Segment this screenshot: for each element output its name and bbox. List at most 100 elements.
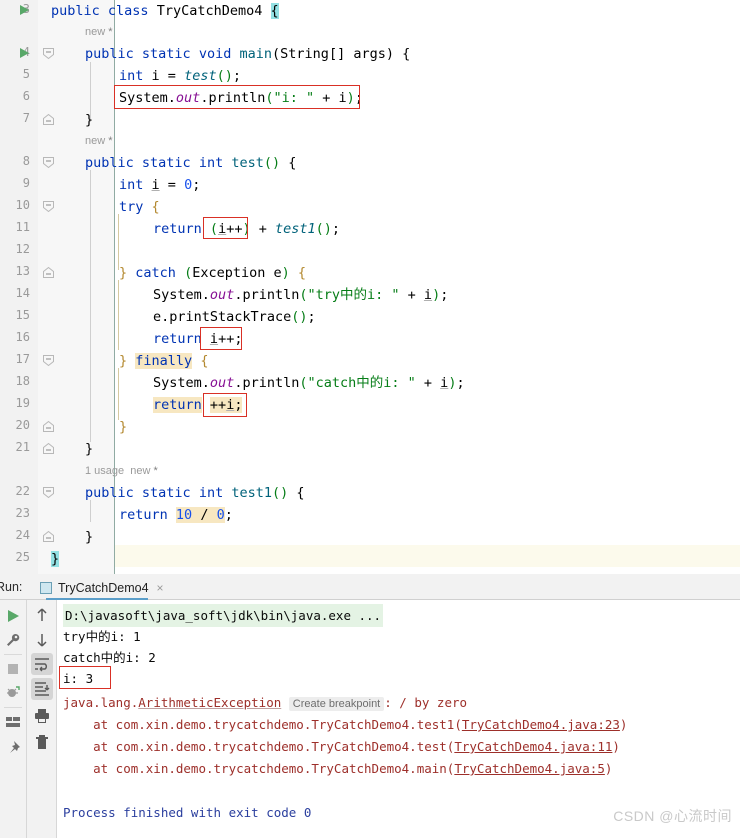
line-number: 7 (22, 111, 30, 125)
run-class-gutter-icon[interactable] (18, 4, 30, 16)
run-tab-trycatchdemo4[interactable]: TryCatchDemo4 × (40, 575, 164, 600)
line-number: 24 (15, 528, 30, 542)
fold-minus-icon[interactable] (42, 156, 55, 169)
line-number: 13 (15, 264, 30, 278)
run-config-icon (40, 581, 52, 594)
fold-end-icon[interactable] (42, 420, 55, 433)
line-number: 8 (22, 154, 30, 168)
line-number: 12 (15, 242, 30, 256)
run-tab-label: TryCatchDemo4 (58, 580, 149, 595)
code-line-5[interactable]: int i = test(); (119, 65, 241, 87)
scroll-to-end-icon[interactable] (33, 680, 51, 698)
fold-minus-icon[interactable] (42, 200, 55, 213)
stack-frame-row: at com.xin.demo.trycatchdemo.TryCatchDem… (63, 758, 612, 779)
console-line-try: try中的i: 1 (63, 629, 141, 644)
code-line-22[interactable]: public static int test1() { (85, 482, 305, 504)
token-matching-brace: { (270, 3, 279, 19)
fold-end-icon[interactable] (42, 442, 55, 455)
run-tool-window[interactable]: Run: TryCatchDemo4 × D:\javasoft\java_so… (0, 574, 740, 838)
annotation-box-i-plusplus (200, 327, 242, 350)
stack-frame-row: at com.xin.demo.trycatchdemo.TryCatchDem… (63, 714, 627, 735)
token-finally: finally (135, 353, 193, 369)
code-line-24[interactable]: } (85, 526, 93, 548)
code-editor[interactable]: 3 4 5 6 7 8 9 10 11 12 13 14 15 16 17 18… (0, 0, 740, 574)
code-line-13[interactable]: } catch (Exception e) { (119, 262, 306, 284)
stack-frame-text: at com.xin.demo.trycatchdemo.TryCatchDem… (63, 717, 462, 732)
stack-frame-text: at com.xin.demo.trycatchdemo.TryCatchDem… (63, 739, 455, 754)
rerun-icon[interactable] (5, 608, 21, 624)
fold-minus-icon[interactable] (42, 486, 55, 499)
close-icon[interactable]: × (157, 581, 164, 595)
line-number: 9 (22, 176, 30, 190)
fold-end-icon[interactable] (42, 266, 55, 279)
stack-frame-text: at com.xin.demo.trycatchdemo.TryCatchDem… (63, 761, 455, 776)
line-number: 14 (15, 286, 30, 300)
line-number: 19 (15, 396, 30, 410)
annotation-box-i-plusplus-paren (203, 217, 248, 239)
debug-rerun-icon[interactable] (5, 685, 21, 701)
stack-frame-link[interactable]: TryCatchDemo4.java:11 (454, 739, 612, 754)
console-line-catch: catch中的i: 2 (63, 650, 156, 665)
layout-icon[interactable] (5, 714, 21, 730)
idea-window: 3 4 5 6 7 8 9 10 11 12 13 14 15 16 17 18… (0, 0, 740, 838)
exception-type-link[interactable]: ArithmeticException (138, 695, 281, 710)
stack-frame-link[interactable]: TryCatchDemo4.java:23 (462, 717, 620, 732)
code-line-23[interactable]: return 10 / 0; (119, 504, 233, 526)
csdn-watermark: CSDN @心流时间 (613, 808, 732, 824)
stop-icon[interactable] (5, 661, 21, 677)
line-number: 5 (22, 67, 30, 81)
annotation-box-plusplus-i (203, 393, 247, 417)
run-method-gutter-icon[interactable] (18, 47, 30, 59)
exception-prefix: java.lang. (63, 695, 139, 710)
code-line-25[interactable]: } (51, 548, 60, 570)
run-panel-label: Run: (0, 580, 23, 594)
code-line-20[interactable]: } (119, 416, 127, 438)
fold-minus-icon[interactable] (42, 47, 55, 60)
code-line-9[interactable]: int i = 0; (119, 174, 200, 196)
console-output[interactable]: D:\javasoft\java_soft\jdk\bin\java.exe .… (57, 600, 740, 838)
annotation-box-println-i (114, 85, 360, 109)
exception-message: : / by zero (384, 695, 468, 710)
fold-end-icon[interactable] (42, 530, 55, 543)
stack-frame-close: ) (619, 717, 628, 732)
token-public: public (51, 3, 100, 19)
inlay-usage-hint[interactable]: 1 usage new * (85, 465, 158, 477)
toolbar-divider (26, 600, 27, 838)
toolbar-separator (4, 707, 22, 708)
line-number: 21 (15, 440, 30, 454)
print-icon[interactable] (33, 707, 51, 725)
line-number: 22 (15, 484, 30, 498)
inlay-new-hint: new * (85, 26, 113, 38)
line-number: 23 (15, 506, 30, 520)
create-breakpoint-badge[interactable]: Create breakpoint (288, 697, 385, 711)
code-line-17[interactable]: } finally { (119, 350, 208, 372)
up-arrow-icon[interactable] (33, 606, 51, 624)
indent-guide (118, 280, 119, 350)
clear-all-trash-icon[interactable] (33, 733, 51, 751)
code-line-18[interactable]: System.out.println("catch中的i: " + i); (153, 372, 465, 394)
code-line-4[interactable]: public static void main(String[] args) { (85, 43, 410, 65)
console-process-finished: Process finished with exit code 0 (63, 805, 312, 820)
soft-wrap-icon[interactable] (33, 655, 51, 673)
code-line-7[interactable]: } (85, 109, 93, 131)
code-line-15[interactable]: e.printStackTrace(); (153, 306, 316, 328)
code-line-21[interactable]: } (85, 438, 93, 460)
console-exception-line: java.lang.ArithmeticException Create bre… (63, 692, 467, 715)
line-number: 20 (15, 418, 30, 432)
fold-end-icon[interactable] (42, 113, 55, 126)
pin-icon[interactable] (5, 740, 21, 756)
down-arrow-icon[interactable] (33, 631, 51, 649)
indent-guide (118, 368, 119, 420)
current-line-highlight (115, 545, 740, 567)
wrench-icon[interactable] (5, 632, 21, 648)
code-line-8[interactable]: public static int test() { (85, 152, 296, 174)
stack-frame-link[interactable]: TryCatchDemo4.java:5 (454, 761, 605, 776)
annotation-box-console-i (59, 666, 111, 689)
code-line-3[interactable]: public class TryCatchDemo4 { (51, 0, 279, 22)
code-line-10[interactable]: try { (119, 196, 160, 218)
toolbar-separator (4, 654, 22, 655)
line-number: 18 (15, 374, 30, 388)
line-number: 11 (15, 220, 30, 234)
fold-minus-icon[interactable] (42, 354, 55, 367)
code-line-14[interactable]: System.out.println("try中的i: " + i); (153, 284, 448, 306)
